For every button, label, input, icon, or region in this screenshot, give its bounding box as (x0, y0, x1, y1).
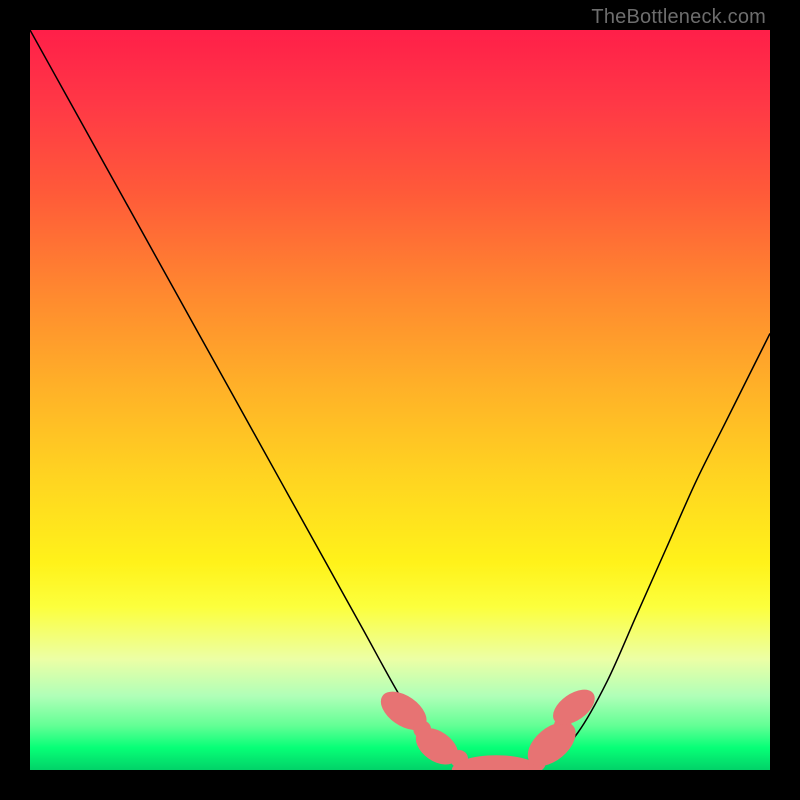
chart-frame: TheBottleneck.com (0, 0, 800, 800)
bottleneck-curve (30, 30, 770, 770)
watermark-text: TheBottleneck.com (591, 6, 766, 29)
chart-svg (30, 30, 770, 770)
plot-area (30, 30, 770, 770)
